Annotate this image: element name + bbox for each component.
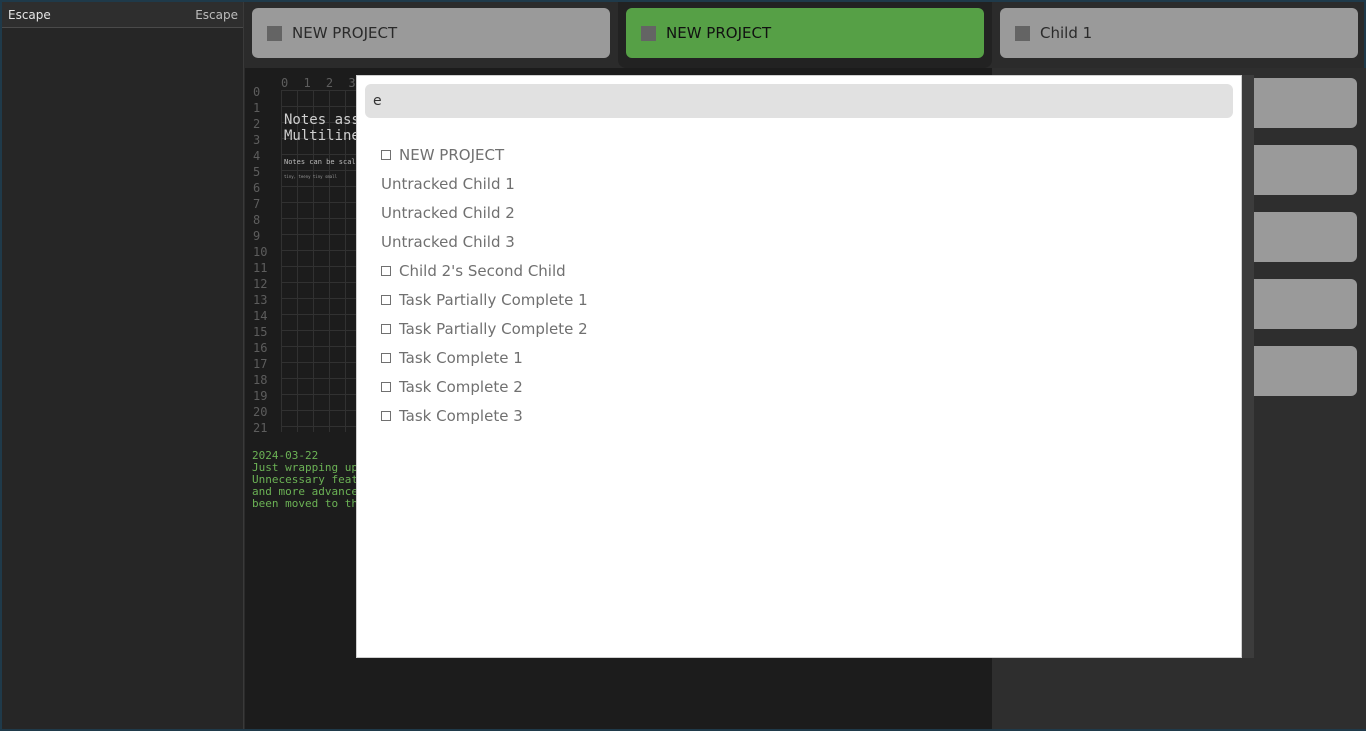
search-result-label: Task Complete 2 <box>399 377 523 396</box>
note-tiny-text[interactable]: tiny, teeny tiny small <box>284 174 337 179</box>
child-card[interactable] <box>1242 212 1357 262</box>
search-result-item[interactable]: Untracked Child 1 <box>381 169 588 198</box>
grid-row-number: 19 <box>253 389 268 403</box>
search-result-item[interactable]: Child 2's Second Child <box>381 256 588 285</box>
search-result-label: Task Complete 3 <box>399 406 523 425</box>
checkbox-icon[interactable] <box>381 410 391 421</box>
search-result-item[interactable]: Task Complete 3 <box>381 401 588 430</box>
tab-checkbox-icon[interactable] <box>1015 25 1030 41</box>
tab-project-1[interactable]: NEW PROJECT <box>252 8 610 58</box>
grid-row-number: 7 <box>253 197 261 211</box>
search-result-item[interactable]: NEW PROJECT <box>381 140 588 169</box>
search-result-item[interactable]: Task Partially Complete 2 <box>381 314 588 343</box>
search-result-label: Untracked Child 2 <box>381 203 515 222</box>
grid-row-number: 15 <box>253 325 268 339</box>
grid-row-number: 10 <box>253 245 268 259</box>
grid-row-number: 0 <box>253 85 261 99</box>
search-input[interactable] <box>365 84 1233 118</box>
note-scaled-text[interactable]: Notes can be scale <box>284 158 360 166</box>
checkbox-icon[interactable] <box>381 352 391 363</box>
checkbox-icon[interactable] <box>381 323 391 334</box>
search-result-label: NEW PROJECT <box>399 145 505 164</box>
checkbox-icon[interactable] <box>381 381 391 392</box>
grid-row-number: 14 <box>253 309 268 323</box>
grid-row-number: 13 <box>253 293 268 307</box>
checkbox-icon[interactable] <box>381 265 391 276</box>
grid-row-number: 17 <box>253 357 268 371</box>
grid-row-number: 16 <box>253 341 268 355</box>
search-result-label: Untracked Child 3 <box>381 232 515 251</box>
note-multiline-text[interactable]: Notes ass Multiline <box>284 112 360 144</box>
search-modal: NEW PROJECT Untracked Child 1 Untracked Ch… <box>356 75 1242 658</box>
grid-row-number: 9 <box>253 229 261 243</box>
checkbox-icon[interactable] <box>381 294 391 305</box>
sidebar-header: Escape Escape <box>2 2 243 28</box>
search-result-item[interactable]: Task Complete 1 <box>381 343 588 372</box>
grid-row-numbers: 0 1 2 3 4 5 6 7 8 9 10 11 12 13 14 15 16 17 18 19 20 21 <box>253 84 267 436</box>
grid-row-number: 20 <box>253 405 268 419</box>
journal-entry[interactable]: 2024-03-22 Just wrapping up t Unnecessar… <box>252 450 371 510</box>
search-result-item[interactable]: Untracked Child 2 <box>381 198 588 227</box>
grid-row-number: 12 <box>253 277 268 291</box>
search-result-label: Task Complete 1 <box>399 348 523 367</box>
grid-row-number: 18 <box>253 373 268 387</box>
tab-checkbox-icon[interactable] <box>267 25 282 41</box>
tab-label: NEW PROJECT <box>666 24 772 42</box>
grid-row-number: 2 <box>253 117 261 131</box>
grid-row-number: 4 <box>253 149 261 163</box>
checkbox-icon[interactable] <box>381 149 391 160</box>
child-card[interactable] <box>1242 145 1357 195</box>
search-result-label: Untracked Child 1 <box>381 174 515 193</box>
sidebar: Escape Escape <box>2 2 244 729</box>
grid-row-number: 1 <box>253 101 261 115</box>
search-result-label: Child 2's Second Child <box>399 261 566 280</box>
search-result-item[interactable]: Untracked Child 3 <box>381 227 588 256</box>
search-results-list: NEW PROJECT Untracked Child 1 Untracked Ch… <box>381 140 588 430</box>
grid-row-number: 3 <box>253 133 261 147</box>
tab-checkbox-icon[interactable] <box>641 25 656 41</box>
escape-shortcut-label[interactable]: Escape <box>195 8 238 22</box>
grid-row-number: 8 <box>253 213 261 227</box>
search-result-item[interactable]: Task Complete 2 <box>381 372 588 401</box>
child-card[interactable] <box>1242 346 1357 396</box>
grid-row-number: 5 <box>253 165 261 179</box>
grid-row-number: 11 <box>253 261 268 275</box>
modal-scrollbar[interactable] <box>1242 75 1254 658</box>
child-card[interactable] <box>1242 279 1357 329</box>
search-result-label: Task Partially Complete 2 <box>399 319 588 338</box>
child-card[interactable] <box>1242 78 1357 128</box>
tab-label: NEW PROJECT <box>292 24 398 42</box>
tab-label: Child 1 <box>1040 24 1093 42</box>
grid-row-number: 6 <box>253 181 261 195</box>
search-result-label: Task Partially Complete 1 <box>399 290 588 309</box>
sidebar-title: Escape <box>8 7 51 22</box>
tab-child-1[interactable]: Child 1 <box>1000 8 1358 58</box>
grid-row-number: 21 <box>253 421 268 435</box>
tab-project-2[interactable]: NEW PROJECT <box>626 8 984 58</box>
search-result-item[interactable]: Task Partially Complete 1 <box>381 285 588 314</box>
